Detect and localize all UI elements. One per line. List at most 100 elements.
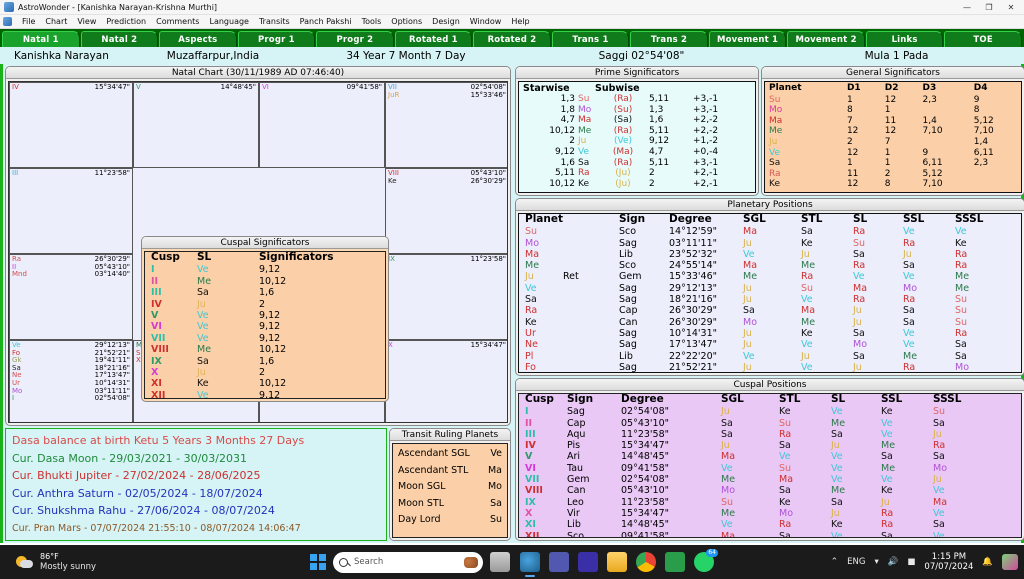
- cuspal-pos-row[interactable]: IV Pis 15°34'47" Ju Sa Ju Me Ra: [519, 440, 1021, 451]
- google-meet-icon[interactable]: [665, 552, 685, 572]
- menu-item-prediction[interactable]: Prediction: [101, 16, 151, 27]
- planetary-row[interactable]: Ke Can 26°30'29" Mo Me Ju Sa Su: [519, 317, 1021, 328]
- cuspal-positions-body[interactable]: Cusp Sign Degree SGL STL SL SSL SSSL I Sag 02°54'0…: [518, 393, 1022, 538]
- cuspal-pos-row[interactable]: VIII Can 05°43'10" Mo Sa Me Ke Ve: [519, 485, 1021, 496]
- menu-item-options[interactable]: Options: [386, 16, 427, 27]
- show-hidden-icons-chevron[interactable]: ⌃: [831, 557, 839, 567]
- menu-item-tools[interactable]: Tools: [357, 16, 387, 27]
- menu-item-language[interactable]: Language: [204, 16, 253, 27]
- planetary-row[interactable]: Fo Sag 21°52'21" Ju Ve Ju Ra Mo: [519, 362, 1021, 372]
- tab-natal-2[interactable]: Natal 2: [80, 31, 159, 47]
- scanner-icon[interactable]: [578, 552, 598, 572]
- close-button[interactable]: ✕: [1000, 0, 1022, 15]
- chrome-icon[interactable]: [636, 552, 656, 572]
- bing-icon[interactable]: [464, 556, 478, 568]
- natal-cell-c-ii[interactable]: Ra 26°30'29" II 05°43'10" Mnd 03°14'40": [9, 254, 133, 340]
- sub-lord: Ve: [831, 462, 843, 474]
- natal-cell-c-ix[interactable]: IX 11°23'58": [385, 254, 507, 340]
- planetary-row[interactable]: Su Sco 14°12'59" Ma Sa Ra Ve Ve: [519, 226, 1021, 237]
- menu-item-view[interactable]: View: [72, 16, 101, 27]
- astrowonder-taskbar-icon[interactable]: [520, 552, 540, 577]
- cuspal-significators-body[interactable]: Cusp SL Significators I Ve 9,12 II Me 10,12 III Sa…: [144, 251, 386, 399]
- notifications-icon[interactable]: 🔔: [982, 557, 993, 567]
- cuspal-sig-row[interactable]: XI Ke 10,12: [145, 378, 385, 389]
- tab-toe[interactable]: TOE: [944, 31, 1022, 47]
- natal-cell-c-vi[interactable]: VI 09°41'58": [259, 82, 385, 168]
- menu-item-file[interactable]: File: [17, 16, 40, 27]
- natal-cell-c-iii[interactable]: III 11°23'58": [9, 168, 133, 254]
- planetary-row[interactable]: Ra Cap 26°30'29" Sa Ma Ju Sa Su: [519, 305, 1021, 316]
- cuspal-pos-row[interactable]: II Cap 05°43'10" Sa Su Me Ve Sa: [519, 418, 1021, 429]
- cuspal-pos-row[interactable]: IX Leo 11°23'58" Su Ke Sa Ju Ma: [519, 497, 1021, 508]
- planetary-row[interactable]: Ve Sag 29°12'13" Ju Su Ma Mo Me: [519, 283, 1021, 294]
- tab-movement-1[interactable]: Movement 1: [708, 31, 787, 47]
- menu-item-transits[interactable]: Transits: [254, 16, 295, 27]
- taskbar-search-box[interactable]: Search: [333, 551, 483, 573]
- start-button-icon[interactable]: [310, 554, 326, 570]
- cuspal-sig-row[interactable]: VIII Me 10,12: [145, 344, 385, 355]
- cuspal-pos-row[interactable]: I Sag 02°54'08" Ju Ke Ve Ke Su: [519, 406, 1021, 417]
- cuspal-pos-row[interactable]: III Aqu 11°23'58" Sa Ra Sa Ve Ju: [519, 429, 1021, 440]
- cuspal-sig-row[interactable]: III Sa 1,6: [145, 287, 385, 298]
- planetary-row[interactable]: Ur Sag 10°14'31" Ju Ke Sa Ve Ra: [519, 328, 1021, 339]
- tab-movement-2[interactable]: Movement 2: [787, 31, 865, 47]
- planetary-row[interactable]: Ma Lib 23°52'32" Ve Ju Sa Ju Ra: [519, 249, 1021, 260]
- cuspal-pos-row[interactable]: XI Lib 14°48'45" Ve Ra Ke Ra Sa: [519, 519, 1021, 530]
- tab-rotated-1[interactable]: Rotated 1: [394, 31, 473, 47]
- planetary-row[interactable]: Ju Ret Gem 15°33'46" Me Ra Ve Ve Me: [519, 271, 1021, 282]
- natal-cell-c-iv[interactable]: IV 15°34'47": [9, 82, 133, 168]
- cuspal-sig-row[interactable]: IX Sa 1,6: [145, 356, 385, 367]
- tab-trans-1[interactable]: Trans 1: [551, 31, 630, 47]
- cuspal-sig-row[interactable]: II Me 10,12: [145, 276, 385, 287]
- cuspal-sig-row[interactable]: I Ve 9,12: [145, 264, 385, 275]
- file-explorer-icon[interactable]: [607, 552, 627, 572]
- minimize-button[interactable]: —: [956, 0, 978, 15]
- natal-cell-c-x[interactable]: X 15°34'47": [385, 340, 507, 422]
- clock[interactable]: 1:15 PM 07/07/2024: [924, 552, 973, 572]
- volume-icon[interactable]: 🔊: [888, 557, 899, 567]
- planetary-row[interactable]: Pl Lib 22°22'20" Ve Ju Sa Me Sa: [519, 351, 1021, 362]
- planetary-row[interactable]: Mo Sag 03°11'11" Ju Ke Su Ra Ke: [519, 238, 1021, 249]
- cuspal-pos-row[interactable]: XII Sco 09°41'58" Ma Sa Ve Sa Ve: [519, 531, 1021, 537]
- menu-item-design[interactable]: Design: [427, 16, 465, 27]
- language-indicator[interactable]: ENG: [847, 557, 865, 567]
- natal-cell-c-vii[interactable]: VII 02°54'08" JuR 15°33'46": [385, 82, 507, 168]
- planetary-row[interactable]: Ne Sag 17°13'47" Ju Ve Mo Ve Sa: [519, 339, 1021, 350]
- cuspal-sig-row[interactable]: XII Ve 9,12: [145, 390, 385, 398]
- tab-links[interactable]: Links: [865, 31, 944, 47]
- maximize-button[interactable]: ❐: [978, 0, 1000, 15]
- whatsapp-icon[interactable]: 64: [694, 549, 718, 572]
- weather-widget[interactable]: 86°F Mostly sunny: [0, 552, 300, 572]
- tray-app-icon[interactable]: [1002, 554, 1018, 570]
- cuspal-pos-row[interactable]: V Ari 14°48'45" Ma Ve Ve Sa Sa: [519, 451, 1021, 462]
- teams-icon[interactable]: [549, 552, 569, 572]
- planetary-row[interactable]: Me Sco 24°55'14" Ma Me Ra Sa Ra: [519, 260, 1021, 271]
- cuspal-pos-row[interactable]: VII Gem 02°54'08" Me Ma Ve Ve Ju: [519, 474, 1021, 485]
- tab-progr-1[interactable]: Progr 1: [237, 31, 316, 47]
- tab-progr-2[interactable]: Progr 2: [316, 31, 394, 47]
- cuspal-sig-row[interactable]: VI Ve 9,12: [145, 321, 385, 332]
- wifi-icon[interactable]: ▾: [875, 557, 879, 567]
- cuspal-pos-row[interactable]: X Vir 15°34'47" Me Mo Ju Ra Ve: [519, 508, 1021, 519]
- cuspal-sig-row[interactable]: IV Ju 2: [145, 299, 385, 310]
- cuspal-sig-row[interactable]: X Ju 2: [145, 367, 385, 378]
- planetary-positions-body[interactable]: Planet Sign Degree SGL STL SL SSL SSSL Su Sco 14°1…: [518, 213, 1022, 373]
- menu-item-window[interactable]: Window: [465, 16, 507, 27]
- natal-cell-c-viii[interactable]: VIII 05°43'10" Ke 26°30'29": [385, 168, 507, 254]
- cuspal-sig-row[interactable]: V Ve 9,12: [145, 310, 385, 321]
- menu-item-panch-pakshi[interactable]: Panch Pakshi: [295, 16, 357, 27]
- menu-item-chart[interactable]: Chart: [40, 16, 72, 27]
- tab-trans-2[interactable]: Trans 2: [630, 31, 708, 47]
- natal-cell-c-v[interactable]: V 14°48'45": [133, 82, 259, 168]
- tab-natal-1[interactable]: Natal 1: [2, 31, 80, 47]
- cuspal-pos-row[interactable]: VI Tau 09°41'58" Ve Su Ve Me Mo: [519, 463, 1021, 474]
- cuspal-sig-row[interactable]: VII Ve 9,12: [145, 333, 385, 344]
- planetary-row[interactable]: Sa Sag 18°21'16" Ju Ve Ra Ra Su: [519, 294, 1021, 305]
- battery-icon[interactable]: ■: [907, 557, 915, 567]
- tab-aspects[interactable]: Aspects: [159, 31, 237, 47]
- taskview-icon[interactable]: [490, 552, 510, 572]
- natal-cell-c-i[interactable]: Ve 29°12'13" Fo 21°52'21" Gk 19°41'11" Sa 18°21…: [9, 340, 133, 422]
- menu-item-help[interactable]: Help: [506, 16, 534, 27]
- menu-item-comments[interactable]: Comments: [151, 16, 204, 27]
- tab-rotated-2[interactable]: Rotated 2: [473, 31, 551, 47]
